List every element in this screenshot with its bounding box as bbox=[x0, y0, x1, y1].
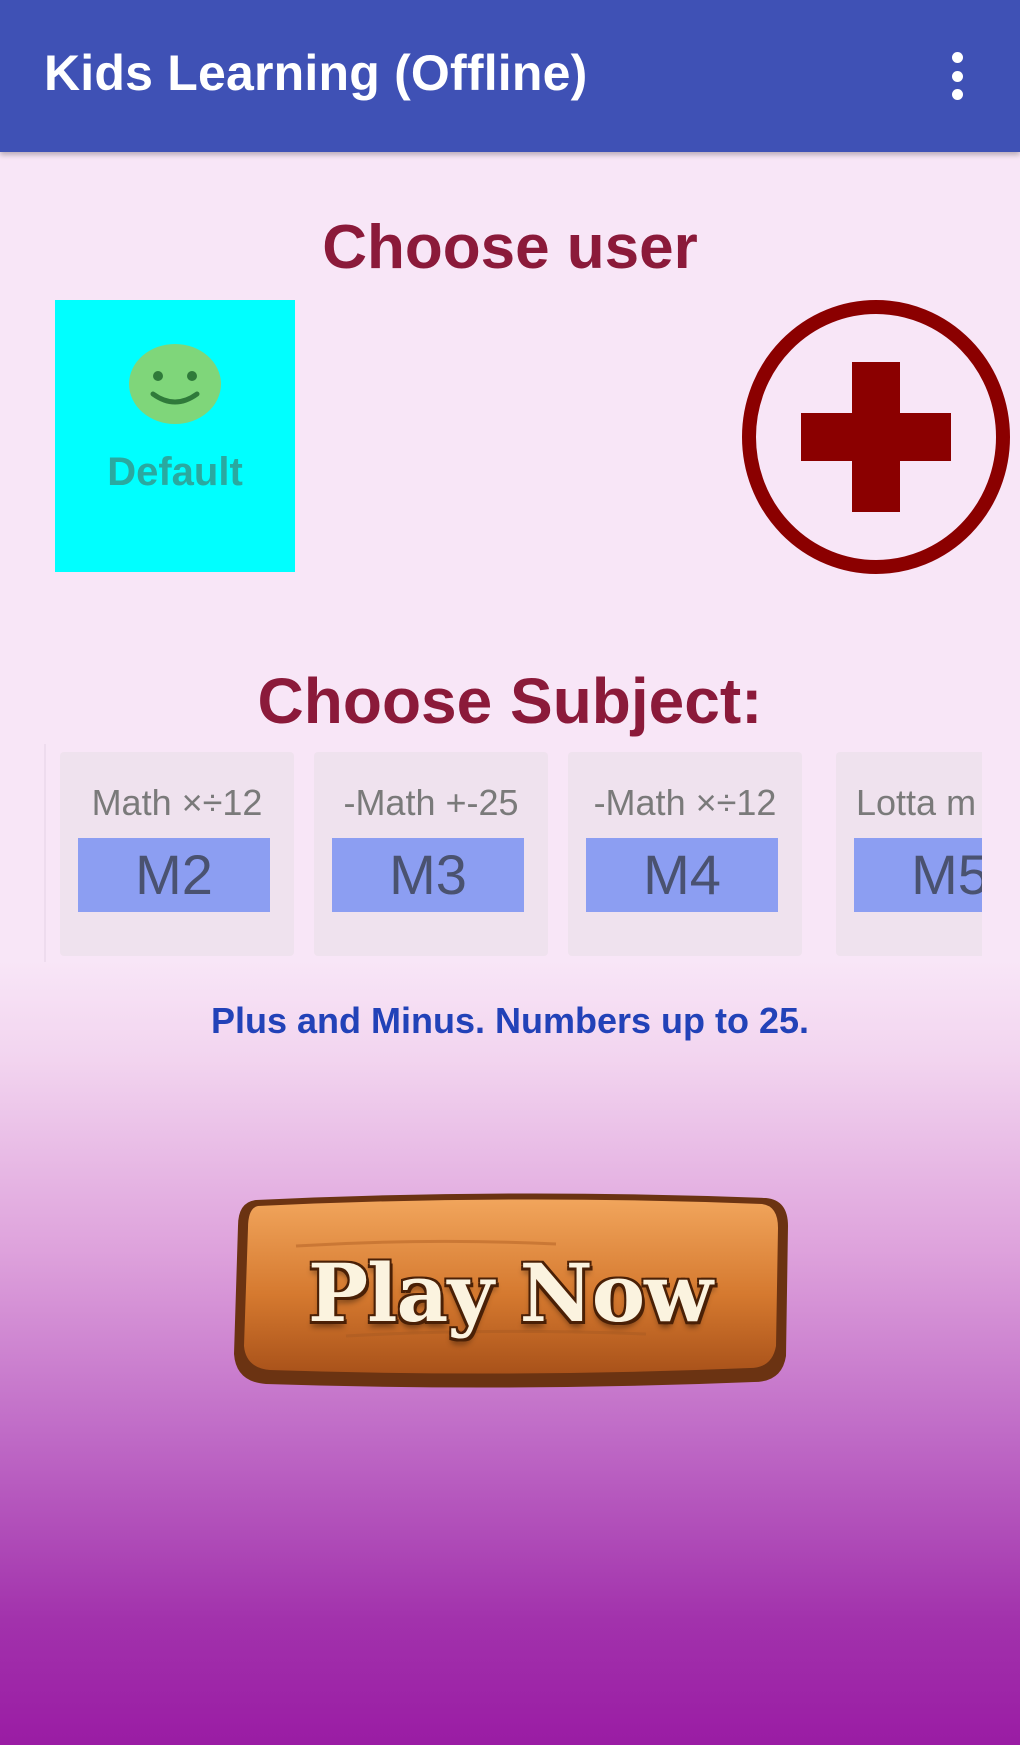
subject-card-m5[interactable]: Lotta m M5 bbox=[836, 752, 982, 956]
play-now-label: Play Now bbox=[307, 1246, 713, 1340]
app-bar: Kids Learning (Offline) bbox=[0, 0, 1020, 152]
subject-caption: Math ×÷12 bbox=[91, 782, 263, 823]
subject-description: Plus and Minus. Numbers up to 25. bbox=[210, 1000, 810, 1041]
choose-subject-heading: Choose Subject: bbox=[257, 665, 763, 737]
play-now-button[interactable]: Play Now bbox=[226, 1186, 794, 1392]
subject-code: M3 bbox=[332, 838, 524, 912]
choose-user-heading: Choose user bbox=[322, 213, 698, 282]
subject-code: M2 bbox=[78, 838, 270, 912]
add-user-button[interactable] bbox=[740, 298, 1012, 576]
subject-card-m2[interactable]: Math ×÷12 M2 bbox=[60, 752, 294, 956]
subject-caption: Lotta m bbox=[856, 782, 977, 823]
subject-card-m4[interactable]: -Math ×÷12 M4 bbox=[568, 752, 802, 956]
subject-code: M5 bbox=[854, 838, 982, 912]
app-title: Kids Learning (Offline) bbox=[44, 45, 588, 101]
subject-list[interactable]: Math ×÷12 M2 -Math +-25 M3 -Math ×÷12 M4… bbox=[44, 744, 982, 962]
smiley-icon bbox=[129, 344, 221, 424]
user-name: Default bbox=[107, 450, 243, 494]
subject-card-m3[interactable]: -Math +-25 M3 bbox=[314, 752, 548, 956]
more-vert-icon[interactable] bbox=[932, 46, 982, 106]
subject-caption: -Math +-25 bbox=[343, 782, 519, 823]
plus-circle-icon bbox=[742, 300, 1010, 574]
subject-caption: -Math ×÷12 bbox=[593, 782, 777, 823]
subject-code: M4 bbox=[586, 838, 778, 912]
user-tile-default[interactable]: Default bbox=[55, 300, 295, 572]
